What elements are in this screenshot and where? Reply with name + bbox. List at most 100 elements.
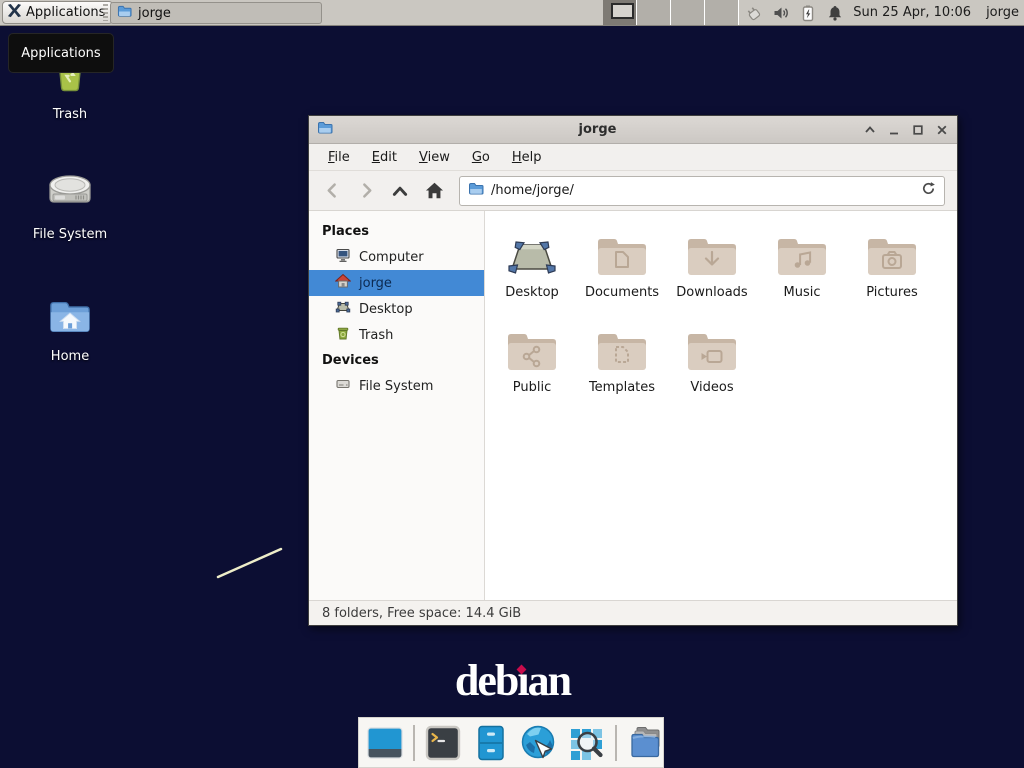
- path-folder-icon: [468, 181, 484, 201]
- menu-file[interactable]: File: [317, 146, 361, 169]
- minimize-button[interactable]: [886, 122, 901, 137]
- file-item-label: Templates: [589, 380, 655, 395]
- toolbar: /home/jorge/: [309, 170, 957, 211]
- file-view: Desktop Documents Downloads: [485, 211, 957, 600]
- path-bar[interactable]: /home/jorge/: [459, 176, 945, 206]
- stray-line: [200, 540, 300, 590]
- up-button[interactable]: [385, 176, 415, 206]
- app-finder-icon[interactable]: [567, 723, 607, 763]
- sidebar-header-places: Places: [309, 219, 484, 244]
- sidebar-item-label: Desktop: [359, 302, 413, 317]
- desktop-icon-label: File System: [33, 227, 107, 242]
- desktop-icon-label: Trash: [53, 107, 87, 122]
- desktop-icon-home[interactable]: Home: [22, 294, 118, 364]
- folder-public-icon: [506, 324, 558, 376]
- applications-menu-button[interactable]: Applications: [2, 1, 113, 24]
- sidebar-header-devices: Devices: [309, 348, 484, 373]
- file-item-label: Music: [784, 285, 821, 300]
- folder-pictures-icon: [866, 229, 918, 281]
- file-item-label: Desktop: [505, 285, 559, 300]
- dock-separator: [615, 725, 617, 761]
- dock-separator: [413, 725, 415, 761]
- menu-help[interactable]: Help: [501, 146, 553, 169]
- removable-media-icon[interactable]: [745, 4, 763, 22]
- menu-view[interactable]: View: [408, 146, 461, 169]
- file-item-label: Pictures: [866, 285, 917, 300]
- window-title: jorge: [333, 122, 862, 137]
- drive-icon: [335, 376, 351, 396]
- file-cabinet-icon[interactable]: [471, 723, 511, 763]
- sidebar: Places Computer jorge Desktop Trash: [309, 211, 485, 600]
- sidebar-item-trash[interactable]: Trash: [309, 322, 484, 348]
- volume-icon[interactable]: [772, 4, 790, 22]
- show-desktop-icon[interactable]: [365, 723, 405, 763]
- logo-dotted-i: ı: [517, 659, 527, 703]
- workspace-4[interactable]: [705, 0, 739, 25]
- file-item-videos[interactable]: Videos: [667, 324, 757, 419]
- home-button[interactable]: [419, 176, 449, 206]
- desktop-special-icon: [506, 229, 558, 281]
- logo-text: deb: [455, 656, 517, 705]
- maximize-button[interactable]: [910, 122, 925, 137]
- window-titlebar[interactable]: jorge: [309, 116, 957, 144]
- panel-user-label: jorge: [986, 5, 1019, 20]
- folder-videos-icon: [686, 324, 738, 376]
- file-manager-icon[interactable]: [625, 723, 665, 763]
- file-item-label: Videos: [690, 380, 733, 395]
- file-item-label: Public: [513, 380, 551, 395]
- path-text: /home/jorge/: [491, 183, 914, 198]
- system-tray: Sun 25 Apr, 10:06 jorge: [745, 0, 1021, 25]
- file-item-music[interactable]: Music: [757, 229, 847, 324]
- logo-text: an: [528, 656, 570, 705]
- workspace-2[interactable]: [637, 0, 671, 25]
- file-manager-window: jorge File Edit View Go Help: [308, 115, 958, 626]
- panel-clock[interactable]: Sun 25 Apr, 10:06: [853, 5, 971, 20]
- file-item-desktop[interactable]: Desktop: [487, 229, 577, 324]
- back-button[interactable]: [317, 176, 347, 206]
- close-button[interactable]: [934, 122, 949, 137]
- file-item-public[interactable]: Public: [487, 324, 577, 419]
- dock: [358, 717, 664, 768]
- debian-logo: debıan: [430, 659, 595, 703]
- statusbar-text: 8 folders, Free space: 14.4 GiB: [322, 606, 521, 621]
- applications-tooltip: Applications: [8, 33, 114, 73]
- tooltip-text: Applications: [21, 46, 100, 61]
- reload-icon[interactable]: [921, 181, 936, 200]
- taskbar-window-label: jorge: [138, 6, 171, 21]
- sidebar-item-jorge[interactable]: jorge: [309, 270, 484, 296]
- forward-button[interactable]: [351, 176, 381, 206]
- shade-button[interactable]: [862, 122, 877, 137]
- web-browser-icon[interactable]: [519, 723, 559, 763]
- desktop-icon-label: Home: [51, 349, 89, 364]
- sidebar-item-desktop[interactable]: Desktop: [309, 296, 484, 322]
- folder-icon: [117, 4, 132, 23]
- desktop-icon-file-system[interactable]: File System: [22, 168, 118, 242]
- file-item-downloads[interactable]: Downloads: [667, 229, 757, 324]
- file-item-templates[interactable]: Templates: [577, 324, 667, 419]
- menu-edit[interactable]: Edit: [361, 146, 408, 169]
- workspace-switcher: [603, 0, 739, 25]
- workspace-1[interactable]: [603, 0, 637, 25]
- computer-icon: [335, 247, 351, 267]
- folder-music-icon: [776, 229, 828, 281]
- notification-bell-icon[interactable]: [826, 4, 844, 22]
- sidebar-item-label: Trash: [359, 328, 393, 343]
- menu-go[interactable]: Go: [461, 146, 501, 169]
- panel-drag-handle[interactable]: [103, 4, 108, 21]
- terminal-icon[interactable]: [423, 723, 463, 763]
- statusbar: 8 folders, Free space: 14.4 GiB: [309, 600, 957, 625]
- sidebar-item-file-system[interactable]: File System: [309, 373, 484, 399]
- applications-menu-label: Applications: [26, 5, 105, 20]
- file-item-documents[interactable]: Documents: [577, 229, 667, 324]
- sidebar-item-computer[interactable]: Computer: [309, 244, 484, 270]
- sidebar-item-label: jorge: [359, 276, 392, 291]
- file-item-pictures[interactable]: Pictures: [847, 229, 937, 324]
- taskbar-window-button[interactable]: jorge: [110, 2, 322, 24]
- top-panel: Applications jorge: [0, 0, 1024, 26]
- sidebar-item-label: Computer: [359, 250, 424, 265]
- file-item-label: Downloads: [676, 285, 747, 300]
- workspace-3[interactable]: [671, 0, 705, 25]
- folder-downloads-icon: [686, 229, 738, 281]
- battery-icon[interactable]: [799, 4, 817, 22]
- home-folder-icon: [47, 294, 93, 344]
